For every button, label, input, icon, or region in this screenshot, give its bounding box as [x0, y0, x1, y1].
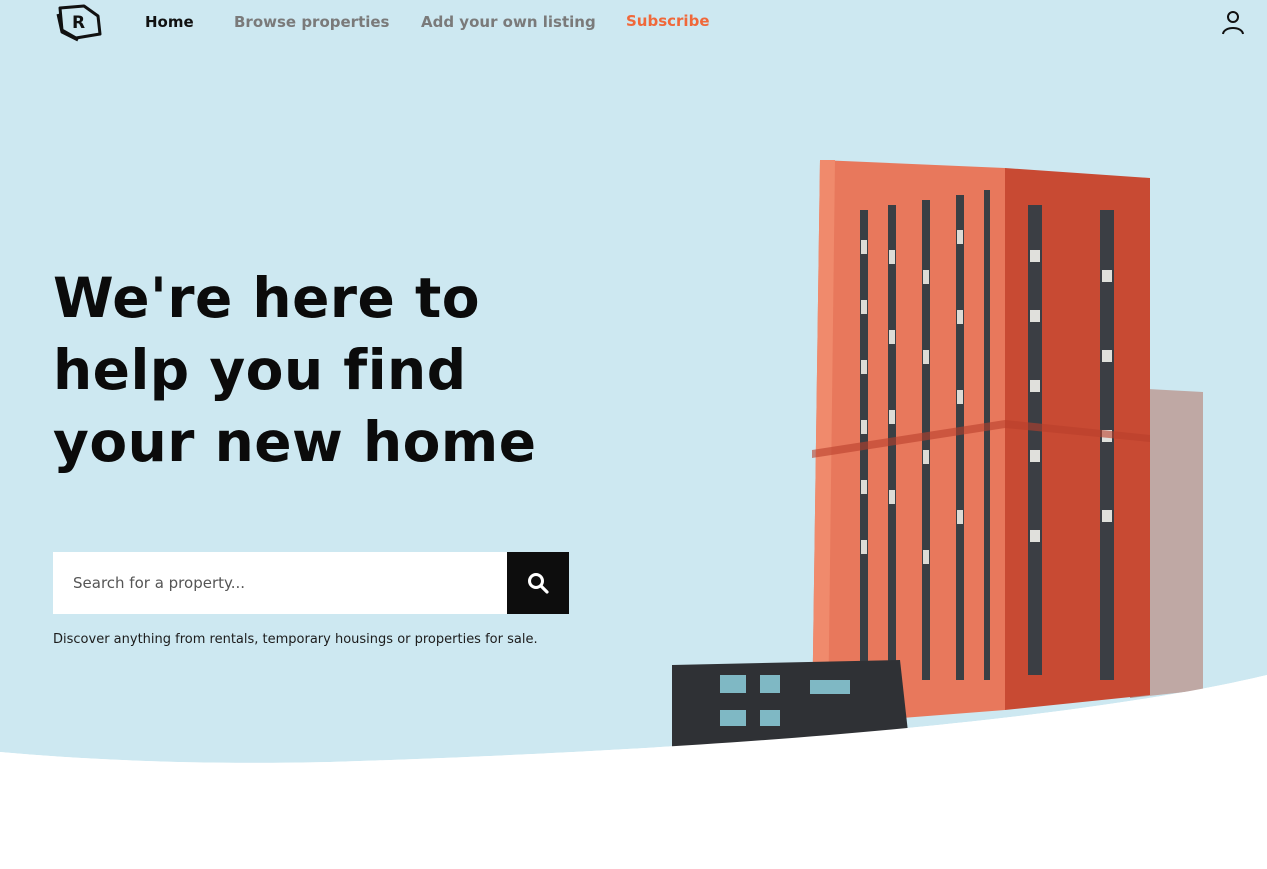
search-icon — [528, 573, 549, 594]
nav-subscribe-link[interactable]: Subscribe — [626, 12, 710, 30]
nav-add-listing-link[interactable]: Add your own listing — [421, 13, 596, 31]
hero-headline-line2: help you find — [53, 338, 467, 402]
user-icon[interactable] — [1219, 8, 1247, 36]
nav-home-link[interactable]: Home — [145, 13, 194, 31]
nav-browse-link[interactable]: Browse properties — [234, 13, 389, 31]
logo-icon[interactable]: R — [54, 2, 104, 42]
hero-headline-line1: We're here to — [53, 266, 481, 330]
search-hint-text: Discover anything from rentals, temporar… — [53, 632, 538, 647]
search-button[interactable] — [507, 552, 569, 614]
hero-headline-line3: your new home — [53, 410, 537, 474]
hero-headline: We're here to help you find your new hom… — [53, 262, 613, 478]
top-navigation: R Home Browse properties Add your own li… — [0, 0, 1267, 46]
search-bar — [53, 552, 569, 614]
search-input[interactable] — [53, 552, 507, 614]
svg-text:R: R — [72, 13, 85, 33]
